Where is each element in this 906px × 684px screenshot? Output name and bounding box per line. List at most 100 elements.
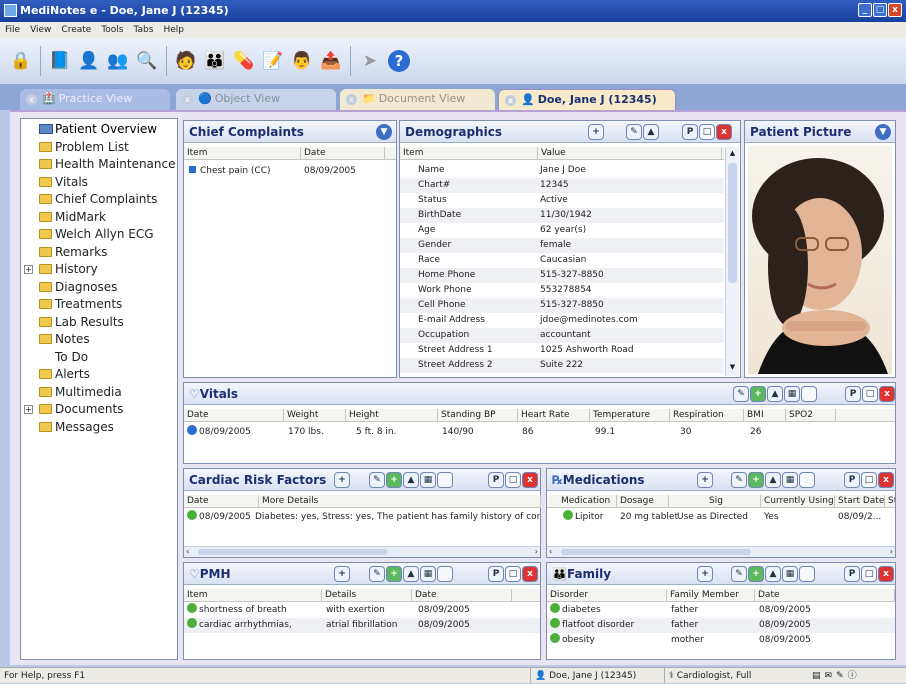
sidebar-item-diagnoses[interactable]: Diagnoses <box>21 279 117 296</box>
add-green-icon[interactable]: + <box>748 472 764 488</box>
column-temperature[interactable]: Temperature <box>590 409 670 422</box>
close-tab-icon[interactable]: x <box>346 94 357 105</box>
table-row[interactable]: shortness of breath with exertion 08/09/… <box>184 603 540 618</box>
sidebar-item-health-maintenance[interactable]: Health Maintenance <box>21 156 176 173</box>
lock-icon[interactable]: 🔒 <box>8 46 34 76</box>
menu-create[interactable]: Create <box>61 22 91 38</box>
table-row[interactable]: cardiac arrhythmias, atrial fibrillation… <box>184 618 540 633</box>
sidebar-item-vitals[interactable]: Vitals <box>21 174 88 191</box>
tab-practice-view[interactable]: x 🏥 Practice View <box>20 89 170 110</box>
warning-icon[interactable]: ▲ <box>765 566 781 582</box>
close-tab-icon[interactable]: x <box>26 94 37 105</box>
sidebar-item-multimedia[interactable]: Multimedia <box>21 384 122 401</box>
add-icon[interactable]: + <box>697 472 713 488</box>
sidebar-item-messages[interactable]: Messages <box>21 419 114 436</box>
add-green-icon[interactable]: + <box>386 472 402 488</box>
add-icon[interactable]: + <box>334 472 350 488</box>
horizontal-scrollbar[interactable]: ‹ › <box>184 546 540 557</box>
edit-icon[interactable]: ✎ <box>369 472 385 488</box>
mail-icon[interactable]: ✉ <box>825 668 833 684</box>
add-green-icon[interactable]: + <box>386 566 402 582</box>
column-height[interactable]: Height <box>346 409 438 422</box>
column-date[interactable]: Date <box>184 409 284 422</box>
table-row[interactable]: Street Address 2 Suite 222 <box>400 358 724 373</box>
expand-icon[interactable]: + <box>24 405 33 414</box>
sidebar-item-patient-overview[interactable]: Patient Overview <box>21 121 157 138</box>
blank-icon[interactable] <box>437 566 453 582</box>
table-row[interactable]: Gender female <box>400 238 724 253</box>
column-standing-bp[interactable]: Standing BP <box>438 409 518 422</box>
user-check-icon[interactable]: 👨 <box>289 46 315 76</box>
table-row[interactable]: obesity mother 08/09/2005 <box>547 633 895 648</box>
column-currently-using[interactable]: Currently Using <box>761 495 835 507</box>
chevron-down-icon[interactable]: ▼ <box>376 124 392 140</box>
close-tab-icon[interactable]: x <box>182 94 193 105</box>
restore-icon[interactable]: □ <box>861 472 877 488</box>
blank-icon[interactable] <box>799 566 815 582</box>
export-icon[interactable]: 📤 <box>318 46 344 76</box>
column-stop[interactable]: Sto <box>885 495 895 507</box>
print-icon[interactable]: P <box>488 566 504 582</box>
graph-icon[interactable]: ▦ <box>782 566 798 582</box>
info-icon[interactable]: ⓘ <box>848 668 857 684</box>
sidebar-item-problem-list[interactable]: Problem List <box>21 139 129 156</box>
column-sig[interactable]: Sig <box>669 495 761 507</box>
column-date[interactable]: Date <box>412 589 512 602</box>
column-start-date[interactable]: Start Date <box>835 495 885 507</box>
column-value[interactable]: Value <box>538 147 722 160</box>
table-row[interactable]: Age 62 year(s) <box>400 223 724 238</box>
graph-icon[interactable]: ▦ <box>782 472 798 488</box>
sidebar-item-history[interactable]: + History <box>21 261 98 278</box>
list-icon[interactable]: ▤ <box>812 668 821 684</box>
menu-tabs[interactable]: Tabs <box>134 22 154 38</box>
sidebar-item-alerts[interactable]: Alerts <box>21 366 90 383</box>
vertical-scrollbar[interactable]: ▲ ▼ <box>725 147 739 376</box>
sidebar-item-remarks[interactable]: Remarks <box>21 244 107 261</box>
table-row[interactable]: Street Address 1 1025 Ashworth Road <box>400 343 724 358</box>
scroll-right-icon[interactable]: › <box>890 547 893 557</box>
menu-help[interactable]: Help <box>163 22 184 38</box>
column-dosage[interactable]: Dosage <box>617 495 669 507</box>
add-icon[interactable]: + <box>697 566 713 582</box>
table-row[interactable]: Home Phone 515-327-8850 <box>400 268 724 283</box>
warning-icon[interactable]: ▲ <box>403 472 419 488</box>
menu-view[interactable]: View <box>30 22 51 38</box>
expand-icon[interactable]: + <box>24 265 33 274</box>
print-icon[interactable]: P <box>488 472 504 488</box>
table-row[interactable]: flatfoot disorder father 08/09/2005 <box>547 618 895 633</box>
sidebar-item-treatments[interactable]: Treatments <box>21 296 122 313</box>
sidebar-item-welch-allyn-ecg[interactable]: Welch Allyn ECG <box>21 226 154 243</box>
users-icon[interactable]: 👪 <box>202 46 228 76</box>
close-panel-icon[interactable]: x <box>879 386 895 402</box>
help-icon[interactable]: ? <box>386 46 412 76</box>
close-button[interactable]: x <box>888 3 902 17</box>
column-date[interactable]: Date <box>301 147 385 160</box>
restore-icon[interactable]: □ <box>505 472 521 488</box>
scroll-thumb[interactable] <box>561 549 751 555</box>
blank-icon[interactable] <box>799 472 815 488</box>
pills-icon[interactable]: 💊 <box>231 46 257 76</box>
graph-icon[interactable]: ▦ <box>420 566 436 582</box>
print-icon[interactable]: P <box>682 124 698 140</box>
sidebar-item-documents[interactable]: + Documents <box>21 401 123 418</box>
graph-icon[interactable]: ▦ <box>784 386 800 402</box>
table-row[interactable]: Chest pain (CC) 08/09/2005 <box>184 164 396 179</box>
scroll-thumb[interactable] <box>728 163 737 283</box>
warning-icon[interactable]: ▲ <box>643 124 659 140</box>
table-row[interactable]: Name Jane J Doe <box>400 163 724 178</box>
horizontal-scrollbar[interactable]: ‹ › <box>547 546 895 557</box>
add-icon[interactable]: + <box>588 124 604 140</box>
table-row[interactable]: E-mail Address jdoe@medinotes.com <box>400 313 724 328</box>
warning-icon[interactable]: ▲ <box>403 566 419 582</box>
restore-icon[interactable]: □ <box>505 566 521 582</box>
column-family-member[interactable]: Family Member <box>667 589 755 602</box>
column-respiration[interactable]: Respiration <box>670 409 744 422</box>
menu-file[interactable]: File <box>5 22 20 38</box>
minimize-button[interactable]: _ <box>858 3 872 17</box>
column-date[interactable]: Date <box>184 495 259 508</box>
print-icon[interactable]: P <box>845 386 861 402</box>
sidebar-item-to-do[interactable]: To Do <box>21 349 88 366</box>
graph-icon[interactable]: ▦ <box>420 472 436 488</box>
restore-icon[interactable]: □ <box>861 566 877 582</box>
table-row[interactable]: Chart# 12345 <box>400 178 724 193</box>
